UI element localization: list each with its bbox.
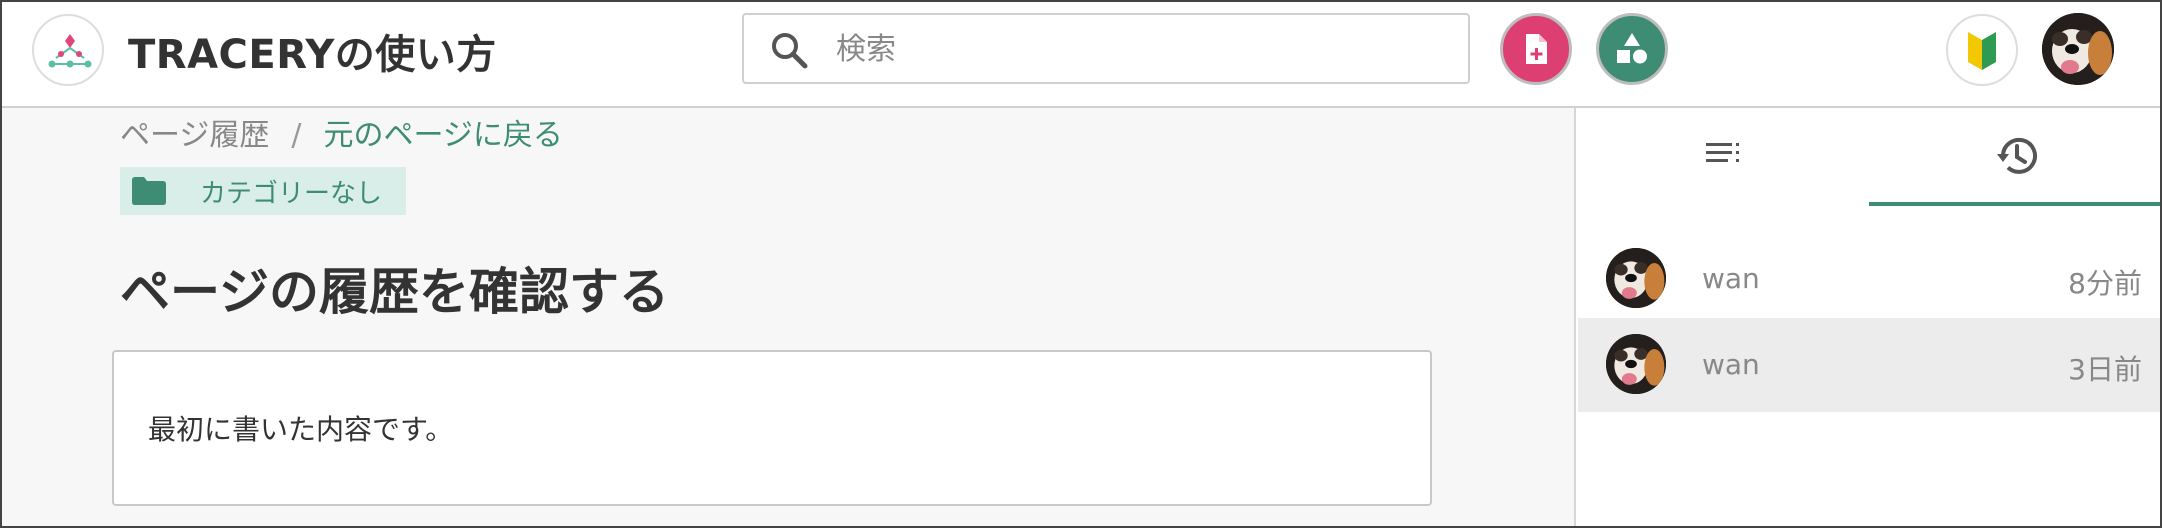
- history-user-name: wan: [1702, 348, 1760, 381]
- history-sidebar: wan 8分前 wan 3日前: [1578, 108, 2160, 526]
- history-timestamp: 8分前: [2068, 267, 2142, 300]
- category-badge[interactable]: カテゴリーなし: [120, 167, 406, 215]
- breadcrumb-separator: /: [291, 118, 302, 153]
- logo-button[interactable]: [32, 14, 104, 86]
- dog-avatar-icon: [1606, 248, 1666, 308]
- tracery-logo-icon: [48, 34, 92, 68]
- toc-list-icon: [1706, 143, 1739, 162]
- dog-avatar-icon: [2042, 13, 2114, 85]
- history-item-selected[interactable]: wan 3日前: [1578, 318, 2160, 412]
- breadcrumb-current: ページ履歴: [120, 118, 270, 153]
- beginner-mark-icon: [1968, 32, 1996, 70]
- new-page-icon: [1526, 34, 1547, 64]
- templates-button[interactable]: [1596, 13, 1668, 85]
- back-to-page-link[interactable]: 元のページに戻る: [324, 118, 563, 153]
- app-window: TRACERYの使い方 検索 ページ履歴 / 元のページに戻る カテゴリーなし …: [0, 0, 2162, 528]
- page-content-box: 最初に書いた内容です。: [112, 350, 1432, 506]
- user-avatar[interactable]: [2042, 13, 2114, 85]
- folder-icon: [132, 177, 166, 205]
- history-item[interactable]: wan 8分前: [1578, 232, 2160, 326]
- history-timestamp: 3日前: [2068, 353, 2142, 386]
- new-page-button[interactable]: [1500, 13, 1572, 85]
- app-title[interactable]: TRACERYの使い方: [128, 22, 497, 80]
- history-user-avatar: [1606, 334, 1666, 394]
- top-header: TRACERYの使い方: [2, 2, 2160, 108]
- history-user-name: wan: [1702, 262, 1760, 295]
- history-user-avatar: [1606, 248, 1666, 308]
- tab-history[interactable]: [1869, 108, 2160, 206]
- page-content-text: 最初に書いた内容です。: [148, 413, 454, 446]
- tab-table-of-contents[interactable]: [1578, 108, 1869, 206]
- main-content: ページ履歴 / 元のページに戻る カテゴリーなし ページの履歴を確認する 最初に書い…: [2, 108, 1576, 526]
- shapes-icon: [1617, 33, 1647, 64]
- page-title: ページの履歴を確認する: [120, 263, 669, 321]
- dog-avatar-icon: [1606, 334, 1666, 394]
- breadcrumb: ページ履歴 / 元のページに戻る: [120, 110, 563, 154]
- beginner-guide-button[interactable]: [1946, 14, 2018, 86]
- category-label: カテゴリーなし: [200, 178, 383, 209]
- search-icon: [772, 33, 808, 69]
- history-icon: [1997, 137, 2037, 174]
- search-box[interactable]: [742, 13, 1470, 84]
- search-input[interactable]: [836, 23, 1446, 75]
